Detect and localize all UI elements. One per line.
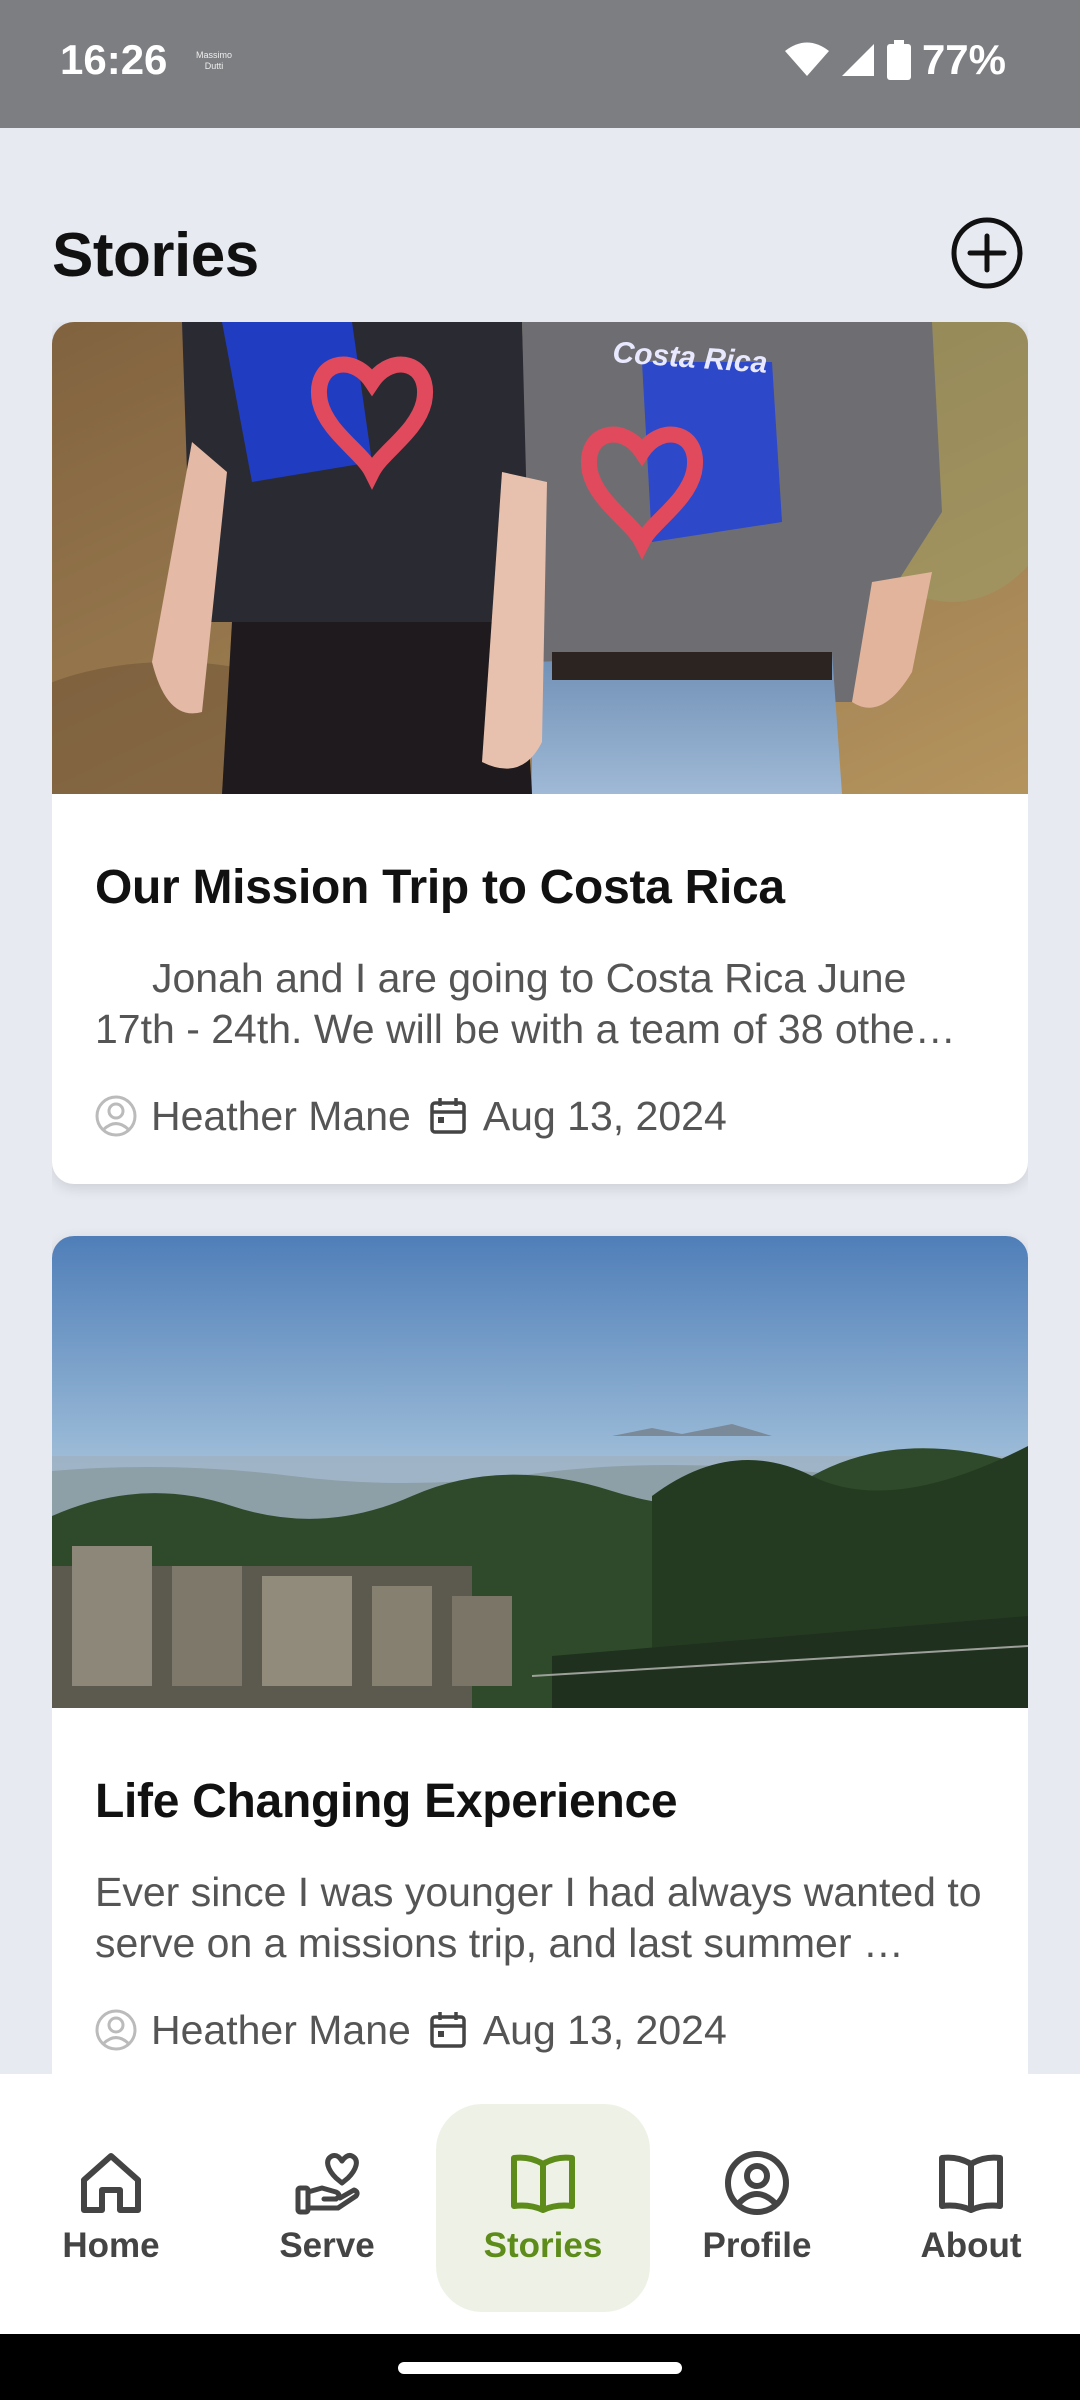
user-avatar-icon [95,1095,137,1137]
story-image [52,1236,1028,1708]
story-date: Aug 13, 2024 [482,1092,727,1139]
story-card[interactable]: Costa Rica Our Mission Trip to Costa Ric… [52,322,1028,1184]
add-story-button[interactable] [950,216,1024,290]
home-gesture-bar[interactable] [398,2362,682,2374]
wifi-icon [784,42,829,76]
user-circle-icon [725,2151,789,2215]
nav-item-about[interactable]: About [864,2104,1078,2312]
nav-item-profile[interactable]: Profile [650,2104,864,2312]
story-excerpt: Jonah and I are going to Costa Rica June… [95,955,956,1052]
page-title: Stories [52,221,259,290]
nav-label: Profile [702,2226,812,2265]
gesture-nav-area [0,2334,1080,2400]
home-icon [81,2153,141,2213]
nav-label: Stories [483,2226,603,2265]
battery-icon [886,40,911,80]
hand-heart-icon [295,2153,360,2215]
nav-item-home[interactable]: Home [4,2104,218,2312]
page-header: Stories [52,216,1024,292]
stories-feed[interactable]: Costa Rica Our Mission Trip to Costa Ric… [52,322,1028,2074]
story-card[interactable]: Life Changing Experience Ever since I wa… [52,1236,1028,2074]
nav-item-serve[interactable]: Serve [220,2104,434,2312]
story-meta: Heather Mane Aug 13, 2024 [95,2004,727,2056]
status-bar: 16:26 Massimo Dutti 77% [0,0,1080,128]
nav-label: About [920,2226,1022,2265]
story-excerpt: Ever since I was younger I had always wa… [95,1869,982,1966]
signal-icon [841,44,874,76]
status-icons: 77% [784,36,1006,84]
plus-circle-icon [951,217,1023,289]
story-date: Aug 13, 2024 [482,2006,727,2053]
story-meta: Heather Mane Aug 13, 2024 [95,1090,727,1142]
story-title: Life Changing Experience [95,1775,678,1828]
notification-app-label: Massimo Dutti [196,50,232,72]
book-open-icon [939,2154,1003,2213]
notification-label-line2: Dutti [204,61,224,71]
bottom-nav: Home Serve Stories Profile About [0,2074,1080,2334]
story-author: Heather Mane [151,2006,411,2053]
status-time: 16:26 [60,36,168,83]
story-image: Costa Rica [52,322,1028,794]
story-author: Heather Mane [151,1092,411,1139]
calendar-icon [430,1098,466,1134]
nav-label: Home [62,2226,160,2265]
nav-label: Serve [279,2226,375,2265]
user-avatar-icon [95,2009,137,2051]
story-title: Our Mission Trip to Costa Rica [95,861,785,914]
nav-item-stories[interactable]: Stories [436,2104,650,2312]
notification-label-line1: Massimo [196,50,233,60]
book-open-icon [511,2154,575,2213]
calendar-icon [430,2012,466,2048]
battery-percent: 77% [921,36,1006,83]
